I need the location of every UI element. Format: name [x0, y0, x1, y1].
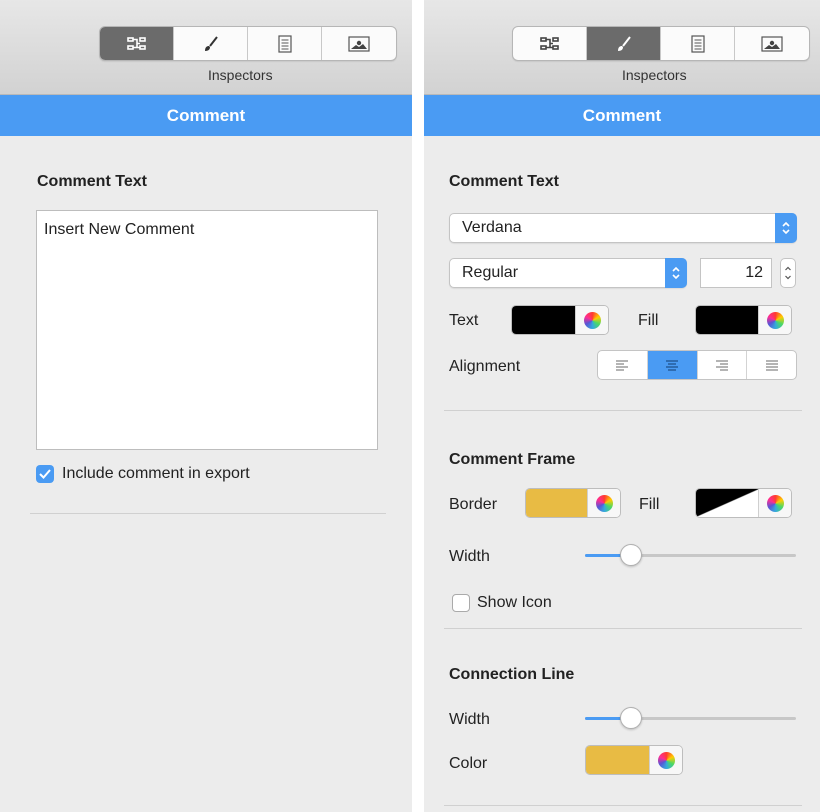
font-size-stepper[interactable] [780, 258, 796, 288]
alignment-segmented-control [597, 350, 797, 380]
inspector-panel-comment-style: Inspectors Comment Comment Text Verdana … [424, 0, 820, 812]
slider-thumb[interactable] [620, 544, 643, 566]
alignment-label: Alignment [449, 358, 521, 375]
color-wheel-icon[interactable] [587, 489, 620, 517]
align-left-icon [616, 360, 629, 371]
structure-icon [126, 36, 146, 50]
connection-width-slider[interactable] [585, 706, 796, 730]
color-wheel-icon[interactable] [575, 306, 608, 334]
divider [444, 628, 802, 629]
chevron-updown-icon [665, 258, 687, 288]
text-fill-label: Fill [638, 312, 659, 329]
section-title: Comment Text [37, 173, 147, 190]
brush-icon [617, 35, 631, 51]
divider [30, 513, 386, 514]
text-color-label: Text [449, 312, 479, 329]
divider [444, 410, 802, 411]
tab-document[interactable] [661, 27, 735, 60]
color-wheel-icon[interactable] [758, 489, 791, 517]
connection-color-label: Color [449, 755, 488, 772]
brush-icon [204, 35, 218, 51]
panel-header: Comment [424, 95, 820, 136]
font-family-select[interactable]: Verdana [449, 213, 797, 243]
connection-color-swatch [586, 746, 650, 774]
include-comment-label: Include comment in export [62, 465, 250, 482]
font-size-field[interactable]: 12 [700, 258, 772, 288]
connection-width-label: Width [449, 711, 490, 728]
comment-frame-title: Comment Frame [449, 451, 576, 468]
frame-fill-label: Fill [639, 496, 660, 513]
document-icon [690, 34, 705, 53]
frame-width-slider[interactable] [585, 543, 796, 567]
border-color-well[interactable] [525, 488, 621, 518]
tab-structure[interactable] [513, 27, 587, 60]
image-icon [761, 35, 783, 52]
tab-document[interactable] [248, 27, 322, 60]
comment-text-title: Comment Text [449, 173, 559, 190]
show-icon-label: Show Icon [477, 594, 552, 611]
text-fill-swatch [696, 306, 759, 334]
slider-thumb[interactable] [620, 707, 643, 729]
connection-line-title: Connection Line [449, 666, 575, 683]
text-color-swatch [512, 306, 576, 334]
frame-width-label: Width [449, 548, 490, 565]
structure-icon [539, 36, 559, 50]
font-style-value: Regular [462, 264, 519, 281]
inspector-tab-bar [99, 26, 397, 61]
inspector-toolbar: Inspectors [0, 0, 412, 95]
tab-image[interactable] [322, 27, 396, 60]
show-icon-checkbox[interactable] [452, 594, 470, 612]
align-right-icon [715, 360, 728, 371]
color-wheel-icon[interactable] [758, 306, 791, 334]
align-right-button[interactable] [698, 351, 748, 379]
color-wheel-icon[interactable] [649, 746, 682, 774]
tab-image[interactable] [735, 27, 809, 60]
tab-style[interactable] [587, 27, 661, 60]
border-label: Border [449, 496, 498, 513]
chevron-updown-icon [775, 213, 797, 243]
document-icon [277, 34, 292, 53]
text-fill-color-well[interactable] [695, 305, 792, 335]
tab-style[interactable] [174, 27, 248, 60]
align-center-button[interactable] [647, 351, 698, 379]
inspector-toolbar: Inspectors [424, 0, 820, 95]
font-family-value: Verdana [462, 219, 522, 236]
align-left-button[interactable] [598, 351, 648, 379]
comment-text-area[interactable]: Insert New Comment [36, 210, 378, 450]
include-comment-checkbox[interactable] [36, 465, 54, 483]
inspector-panel-comment-text: Inspectors Comment Comment Text Insert N… [0, 0, 412, 812]
connection-color-well[interactable] [585, 745, 683, 775]
font-style-select[interactable]: Regular [449, 258, 687, 288]
align-center-icon [666, 360, 679, 371]
align-justify-icon [765, 360, 778, 371]
stepper-arrows-icon [785, 266, 791, 280]
divider [444, 805, 802, 806]
toolbar-label: Inspectors [208, 67, 273, 83]
tab-structure[interactable] [100, 27, 174, 60]
no-fill-swatch [696, 489, 759, 517]
border-color-swatch [526, 489, 588, 517]
align-justify-button[interactable] [747, 351, 796, 379]
toolbar-label: Inspectors [622, 67, 687, 83]
frame-fill-color-well[interactable] [695, 488, 792, 518]
panel-header: Comment [0, 95, 412, 136]
text-color-well[interactable] [511, 305, 609, 335]
image-icon [348, 35, 370, 52]
checkmark-icon [39, 469, 51, 479]
inspector-tab-bar [512, 26, 810, 61]
